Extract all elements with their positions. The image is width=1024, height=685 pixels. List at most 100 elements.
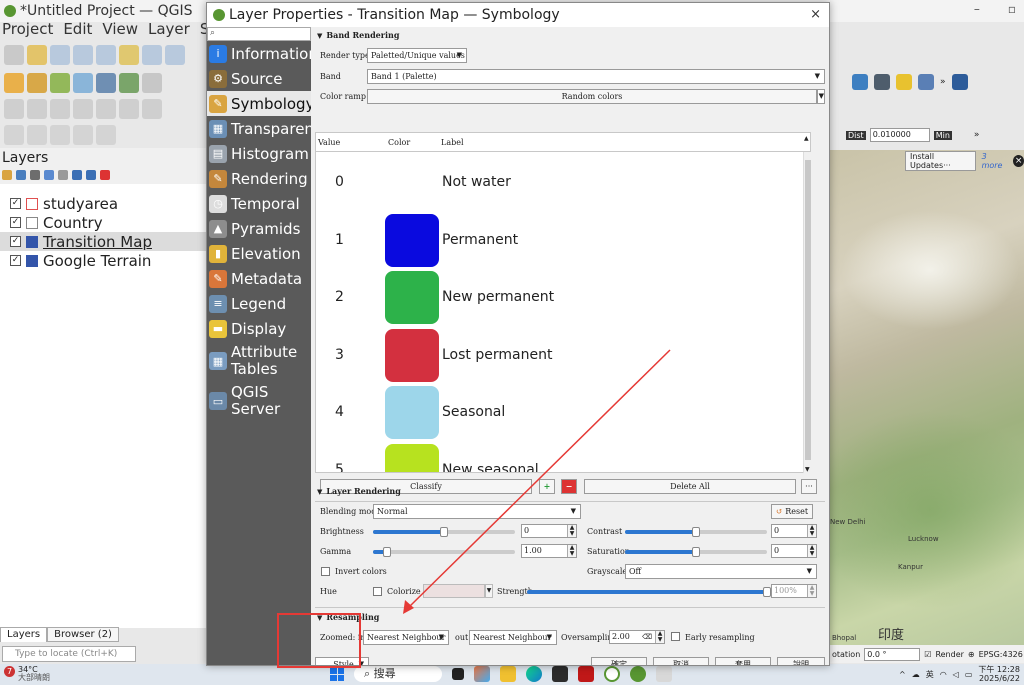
- zoomed-in-select[interactable]: Nearest Neighbour ▼: [363, 630, 449, 645]
- class-row[interactable]: 2 New permanent: [316, 269, 803, 326]
- maximize-icon[interactable]: ▫: [1008, 2, 1016, 16]
- spin-arrows-icon[interactable]: ▲ ▼: [807, 585, 816, 597]
- spin-arrows-icon[interactable]: ▲ ▼: [807, 545, 816, 557]
- grayscale-select[interactable]: Off ▼: [625, 564, 817, 579]
- column-value[interactable]: Value: [318, 138, 340, 147]
- render-checkbox-icon[interactable]: ☑: [924, 650, 931, 659]
- reshape-icon[interactable]: [96, 99, 116, 119]
- rotate-icon[interactable]: [142, 99, 162, 119]
- spin-arrows-icon[interactable]: ▲ ▼: [567, 545, 576, 557]
- remove-layer-icon[interactable]: [100, 170, 110, 180]
- gamma-spinbox[interactable]: 1.00 ▲ ▼: [521, 544, 577, 558]
- tab-browser[interactable]: Browser (2): [47, 627, 119, 642]
- sidebar-item-display[interactable]: ▬ Display: [207, 316, 311, 341]
- add-group-icon[interactable]: [16, 170, 26, 180]
- copilot-icon[interactable]: [474, 666, 490, 682]
- render-type-select[interactable]: Paletted/Unique values ▼: [367, 48, 467, 63]
- strength-slider[interactable]: [527, 587, 771, 597]
- class-color-swatch[interactable]: [385, 443, 439, 472]
- dist-input[interactable]: 0.010000: [869, 128, 930, 142]
- clear-icon[interactable]: ⌫: [642, 631, 652, 643]
- taskbar-search[interactable]: ⌕ 搜尋: [354, 666, 442, 682]
- gamma-slider[interactable]: [373, 547, 515, 557]
- class-row[interactable]: 3 Lost permanent: [316, 327, 803, 384]
- rotation-input[interactable]: 0.0 °: [864, 647, 921, 661]
- sidebar-item-pyramids[interactable]: ▲ Pyramids: [207, 216, 311, 241]
- minimize-icon[interactable]: –: [974, 2, 980, 16]
- tray-chevron-icon[interactable]: ^: [899, 670, 906, 679]
- saturation-slider[interactable]: [625, 547, 767, 557]
- menu-project[interactable]: Project: [2, 20, 53, 40]
- menu-edit[interactable]: Edit: [63, 20, 92, 40]
- class-color-swatch[interactable]: [385, 386, 439, 439]
- visibility-icon[interactable]: [30, 170, 40, 180]
- layer-symbol-icon[interactable]: [26, 235, 38, 248]
- sidebar-item-metadata[interactable]: ✎ Metadata: [207, 266, 311, 291]
- layer-visibility-checkbox[interactable]: ✓: [10, 236, 21, 247]
- layer-row[interactable]: ✓ Transition Map: [0, 232, 206, 251]
- sidebar-item-temporal[interactable]: ◷ Temporal: [207, 191, 311, 216]
- layer-symbol-icon[interactable]: [26, 197, 38, 210]
- select-icon[interactable]: [4, 125, 24, 145]
- layer-visibility-checkbox[interactable]: ✓: [10, 198, 21, 209]
- early-resampling-checkbox[interactable]: [671, 632, 680, 641]
- digitize-icon[interactable]: [4, 99, 24, 119]
- class-value[interactable]: 3: [335, 347, 344, 363]
- class-label[interactable]: New permanent: [442, 289, 554, 305]
- ime-indicator[interactable]: 英: [926, 669, 934, 680]
- class-value[interactable]: 2: [335, 289, 344, 305]
- expand-all-icon[interactable]: [72, 170, 82, 180]
- crs-button[interactable]: EPSG:4326: [979, 650, 1023, 659]
- python-icon[interactable]: [852, 74, 868, 90]
- class-row[interactable]: 4 Seasonal: [316, 384, 803, 441]
- slider-handle[interactable]: [692, 547, 700, 557]
- class-row[interactable]: 5 New seasonal: [316, 442, 803, 473]
- class-color-swatch[interactable]: [385, 213, 439, 267]
- plugin-2-icon[interactable]: [896, 74, 912, 90]
- class-label[interactable]: New seasonal: [442, 462, 539, 473]
- overflow-chevron-icon[interactable]: »: [974, 130, 980, 140]
- netflix-icon[interactable]: [578, 666, 594, 682]
- sidebar-item-histogram[interactable]: ▤ Histogram: [207, 141, 311, 166]
- column-color[interactable]: Color: [388, 138, 410, 147]
- split-icon[interactable]: [50, 99, 70, 119]
- sidebar-item-elevation[interactable]: ▮ Elevation: [207, 241, 311, 266]
- brightness-slider[interactable]: [373, 527, 515, 537]
- ok-button[interactable]: 確定: [591, 657, 647, 665]
- qgis-taskbar-icon[interactable]: [604, 666, 620, 682]
- add-vector-icon[interactable]: [50, 73, 70, 93]
- weather-widget[interactable]: 7 34°C 大部晴朗: [4, 666, 50, 682]
- apply-button[interactable]: 套用: [715, 657, 771, 665]
- scroll-up-icon[interactable]: ▲: [804, 135, 809, 142]
- color-ramp-button[interactable]: Random colors: [367, 89, 817, 104]
- layer-symbol-icon[interactable]: [26, 216, 38, 229]
- identify-icon[interactable]: [73, 125, 93, 145]
- clock[interactable]: 下午 12:28 2025/6/22: [978, 665, 1020, 683]
- reset-button[interactable]: ↺ Reset: [771, 504, 814, 519]
- sidebar-item-source[interactable]: ⚙ Source: [207, 66, 311, 91]
- qgis-2-taskbar-icon[interactable]: [630, 666, 646, 682]
- band-rendering-header[interactable]: ▼ Band Rendering: [315, 27, 825, 43]
- class-value[interactable]: 4: [335, 404, 344, 420]
- add-raster-icon[interactable]: [73, 73, 93, 93]
- add-wms-icon[interactable]: [119, 73, 139, 93]
- more-link[interactable]: 3 more: [982, 152, 1008, 170]
- min-label[interactable]: Min: [933, 130, 952, 140]
- filter-map-icon[interactable]: [58, 170, 68, 180]
- zoom-full-icon[interactable]: [96, 45, 116, 65]
- class-value[interactable]: 5: [335, 462, 344, 473]
- tab-layers[interactable]: Layers: [0, 627, 48, 642]
- hue-color-button[interactable]: [423, 584, 485, 598]
- file-explorer-icon[interactable]: [500, 666, 516, 682]
- layer-row[interactable]: ✓ Google Terrain: [0, 251, 206, 270]
- zoomed-out-select[interactable]: Nearest Neighbour ▼: [469, 630, 557, 645]
- collapse-all-icon[interactable]: [86, 170, 96, 180]
- sidebar-item-symbology[interactable]: ✎ Symbology: [207, 91, 311, 116]
- volume-icon[interactable]: ◁: [953, 670, 959, 679]
- select-value-icon[interactable]: [27, 125, 47, 145]
- menu-layer[interactable]: Layer: [148, 20, 190, 40]
- sidebar-item-attribute-tables[interactable]: ▦ Attribute Tables: [207, 341, 311, 381]
- oversampling-spinbox[interactable]: 2.00 ⌫ ▲ ▼: [609, 630, 665, 644]
- add-layer-icon[interactable]: [27, 73, 47, 93]
- pan-to-selection-icon[interactable]: [27, 45, 47, 65]
